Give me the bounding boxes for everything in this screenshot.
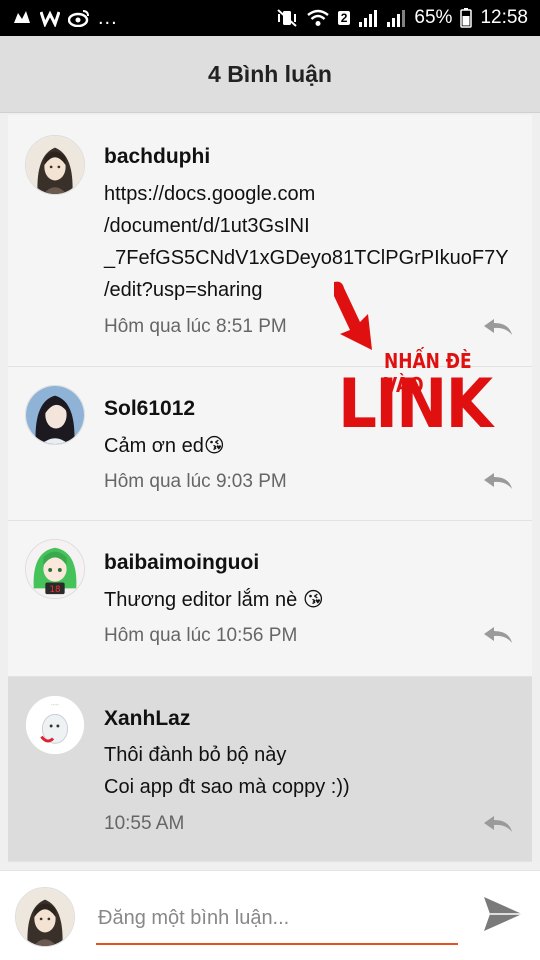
svg-text:·····: ····· — [51, 704, 59, 709]
bird-app-icon — [12, 9, 32, 27]
comment-text[interactable]: Thương editor lắm nè 😘 — [104, 584, 324, 616]
reply-icon[interactable] — [482, 814, 514, 834]
avatar[interactable]: ····· — [25, 695, 85, 755]
page-title: 4 Bình luận — [208, 60, 332, 87]
comment-link-line[interactable]: https://docs.google.com — [104, 178, 315, 210]
status-bar: ... 2 65% 12:58 — [0, 0, 540, 36]
current-user-avatar — [15, 887, 75, 947]
avatar[interactable]: 18 — [25, 539, 85, 599]
send-icon[interactable] — [482, 893, 524, 935]
comment-list[interactable]: bachduphi https://docs.google.com /docum… — [8, 115, 532, 862]
comment-timestamp: Hôm qua lúc 10:56 PM — [104, 625, 298, 646]
comment-timestamp: 10:55 AM — [104, 813, 185, 834]
comment-text[interactable]: Thôi đành bỏ bộ này — [104, 739, 286, 771]
battery-icon — [460, 8, 473, 28]
comment-item[interactable]: 18 baibaimoinguoi Thương editor lắm nè 😘… — [8, 521, 532, 677]
comment-username[interactable]: XanhLaz — [104, 707, 190, 731]
avatar[interactable] — [25, 385, 85, 445]
comment-timestamp: Hôm qua lúc 9:03 PM — [104, 471, 287, 492]
comment-item[interactable]: ····· XanhLaz Thôi đành bỏ bộ này Coi ap… — [8, 677, 532, 862]
svg-text:18: 18 — [49, 585, 60, 595]
notification-overflow: ... — [98, 6, 118, 29]
comment-username[interactable]: Sol61012 — [104, 397, 195, 421]
weibo-icon — [68, 9, 90, 27]
signal-icon — [358, 8, 378, 28]
comment-username[interactable]: baibaimoinguoi — [104, 551, 259, 575]
wifi-icon — [306, 8, 330, 28]
comment-username[interactable]: bachduphi — [104, 145, 210, 169]
reply-icon[interactable] — [482, 317, 514, 337]
signal-icon — [386, 8, 406, 28]
comment-timestamp: Hôm qua lúc 8:51 PM — [104, 316, 287, 337]
comment-input-bar — [0, 870, 540, 960]
vsco-icon — [40, 9, 60, 27]
comment-text[interactable]: Coi app đt sao mà coppy :)) — [104, 771, 350, 803]
comment-item[interactable]: Sol61012 Cảm ơn ed😘 Hôm qua lúc 9:03 PM — [8, 367, 532, 521]
mute-vibrate-icon — [276, 8, 298, 28]
comment-link-line[interactable]: _7FefGS5CNdV1xGDeyo81TClPGrPIkuoF7Y — [104, 242, 509, 274]
comment-link-line[interactable]: /edit?usp=sharing — [104, 274, 262, 306]
comment-input[interactable] — [96, 901, 458, 945]
reply-icon[interactable] — [482, 625, 514, 645]
sim-badge: 2 — [337, 11, 351, 25]
comment-link-line[interactable]: /document/d/1ut3GsINI — [104, 210, 310, 242]
comment-text[interactable]: Cảm ơn ed😘 — [104, 430, 225, 462]
header: 4 Bình luận — [0, 36, 540, 113]
battery-percent: 65% — [414, 7, 453, 28]
avatar[interactable] — [25, 135, 85, 195]
comment-item[interactable]: bachduphi https://docs.google.com /docum… — [8, 115, 532, 367]
clock: 12:58 — [480, 7, 528, 28]
reply-icon[interactable] — [482, 471, 514, 491]
